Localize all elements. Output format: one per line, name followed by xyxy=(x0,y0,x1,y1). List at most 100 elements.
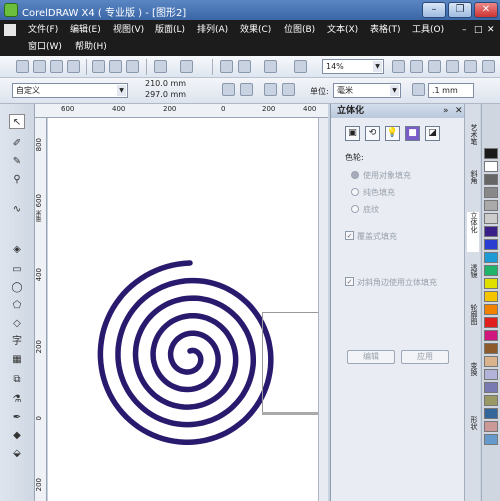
edit-button[interactable]: 编辑 xyxy=(347,350,395,364)
all-pages-icon[interactable] xyxy=(264,83,277,96)
apply-button[interactable]: 应用 xyxy=(401,350,449,364)
minimize-button[interactable]: – xyxy=(422,2,446,18)
ellipse-tool-icon[interactable]: ◯ xyxy=(9,280,25,295)
color-swatch[interactable] xyxy=(484,317,498,328)
docker-expand-icon[interactable]: » xyxy=(443,106,449,116)
freehand-tool-icon[interactable]: ∿ xyxy=(9,202,25,217)
docker-close-icon[interactable]: ✕ xyxy=(455,106,463,116)
color-swatch[interactable] xyxy=(484,239,498,250)
zoom-tool-icon[interactable]: ⚲ xyxy=(9,172,25,187)
menu-window[interactable]: 窗口(W) xyxy=(28,40,62,54)
smudge-tool-icon[interactable]: ✎ xyxy=(9,154,25,169)
menu-help[interactable]: 帮助(H) xyxy=(75,40,107,54)
rectangle-tool-icon[interactable]: ▭ xyxy=(9,262,25,277)
maximize-button[interactable]: ❐ xyxy=(448,2,472,18)
menu-view[interactable]: 视图(V) xyxy=(113,23,144,37)
cut-icon[interactable] xyxy=(92,60,105,73)
zoom-page-icon[interactable] xyxy=(464,60,477,73)
page-width-field[interactable]: 210.0 mm xyxy=(142,79,210,90)
color-swatch[interactable] xyxy=(484,434,498,445)
units-select[interactable]: 毫米 ▼ xyxy=(333,83,401,98)
import-icon[interactable] xyxy=(220,60,233,73)
tab-lens[interactable]: 透镜 xyxy=(467,264,479,294)
app-launcher-icon[interactable] xyxy=(264,60,277,73)
color-swatch[interactable] xyxy=(484,382,498,393)
interactive-blend-tool-icon[interactable]: ⧉ xyxy=(9,372,25,387)
drawing-canvas[interactable] xyxy=(48,118,328,501)
spiral-drawing[interactable] xyxy=(48,118,328,501)
outline-tool-icon[interactable]: ✒ xyxy=(9,410,25,425)
color-swatch[interactable] xyxy=(484,187,498,198)
portrait-icon[interactable] xyxy=(222,83,235,96)
tab-artistic-media[interactable]: 艺术笔 xyxy=(467,124,479,164)
basic-shapes-tool-icon[interactable]: ◇ xyxy=(9,316,25,331)
color-swatch[interactable] xyxy=(484,174,498,185)
vertical-ruler[interactable]: 800 600 毫米 400 200 0 200 xyxy=(35,118,47,501)
zoom-selected-icon[interactable] xyxy=(428,60,441,73)
menu-effects[interactable]: 效果(C) xyxy=(240,23,271,37)
color-swatch[interactable] xyxy=(484,265,498,276)
spiral-shape[interactable] xyxy=(97,260,274,445)
landscape-icon[interactable] xyxy=(240,83,253,96)
menu-arrange[interactable]: 排列(A) xyxy=(197,23,228,37)
page-height-field[interactable]: 297.0 mm xyxy=(142,90,210,101)
radio-use-object-fill[interactable] xyxy=(351,171,359,179)
radio-texture[interactable] xyxy=(351,205,359,213)
text-tool-icon[interactable]: 字 xyxy=(9,334,25,349)
color-swatch[interactable] xyxy=(484,226,498,237)
tab-transform[interactable]: 变换 xyxy=(467,362,479,412)
menu-table[interactable]: 表格(T) xyxy=(370,23,401,37)
doc-restore-button[interactable]: □ xyxy=(474,23,483,37)
menu-bitmaps[interactable]: 位图(B) xyxy=(284,23,315,37)
welcome-icon[interactable] xyxy=(294,60,307,73)
extrude-lighting-tab-icon[interactable]: 💡 xyxy=(385,126,400,141)
open-icon[interactable] xyxy=(33,60,46,73)
save-icon[interactable] xyxy=(50,60,63,73)
zoom-all-icon[interactable] xyxy=(446,60,459,73)
extrude-bevel-tab-icon[interactable]: ◪ xyxy=(425,126,440,141)
color-swatch[interactable] xyxy=(484,278,498,289)
color-swatch[interactable] xyxy=(484,408,498,419)
export-icon[interactable] xyxy=(238,60,251,73)
color-swatch[interactable] xyxy=(484,343,498,354)
extrude-camera-tab-icon[interactable]: ▣ xyxy=(345,126,360,141)
radio-solid-fill[interactable] xyxy=(351,188,359,196)
tab-contour[interactable]: 轮廓图 xyxy=(467,304,479,356)
color-swatch[interactable] xyxy=(484,252,498,263)
color-swatch[interactable] xyxy=(484,200,498,211)
zoom-width-icon[interactable] xyxy=(482,60,495,73)
menu-edit[interactable]: 编辑(E) xyxy=(70,23,101,37)
color-swatch[interactable] xyxy=(484,148,498,159)
tab-bevel[interactable]: 斜角 xyxy=(467,170,479,200)
new-icon[interactable] xyxy=(16,60,29,73)
zoom-in-icon[interactable] xyxy=(392,60,405,73)
fill-tool-icon[interactable]: ◆ xyxy=(9,428,25,443)
overprint-fill-checkbox[interactable]: ✓ xyxy=(345,231,354,240)
undo-icon[interactable] xyxy=(154,60,167,73)
extrude-color-tab-icon[interactable]: ■ xyxy=(405,126,420,141)
doc-close-button[interactable]: ✕ xyxy=(487,23,495,37)
color-swatch[interactable] xyxy=(484,291,498,302)
eyedropper-tool-icon[interactable]: ⚗ xyxy=(9,392,25,407)
menu-file[interactable]: 文件(F) xyxy=(28,23,58,37)
doc-minimize-button[interactable]: – xyxy=(462,23,467,37)
print-icon[interactable] xyxy=(67,60,80,73)
paper-type-select[interactable]: 自定义 ▼ xyxy=(12,83,128,98)
vertical-scrollbar[interactable] xyxy=(318,118,328,501)
document-icon[interactable] xyxy=(4,24,16,36)
smart-fill-tool-icon[interactable]: ◈ xyxy=(9,242,25,257)
horizontal-ruler[interactable]: 600 400 200 0 200 400 xyxy=(35,104,328,118)
polygon-tool-icon[interactable]: ⬠ xyxy=(9,298,25,313)
zoom-level-select[interactable]: 14% ▼ xyxy=(322,59,384,74)
nudge-distance-field[interactable]: .1 mm xyxy=(428,83,474,98)
paste-icon[interactable] xyxy=(126,60,139,73)
pick-tool-icon[interactable]: ↖ xyxy=(9,114,25,129)
interactive-fill-tool-icon[interactable]: ⬙ xyxy=(9,446,25,461)
color-swatch[interactable] xyxy=(484,421,498,432)
zoom-out-icon[interactable] xyxy=(410,60,423,73)
close-button[interactable]: ✕ xyxy=(474,2,498,18)
menu-layout[interactable]: 版面(L) xyxy=(155,23,185,37)
color-swatch[interactable] xyxy=(484,395,498,406)
tab-extrude[interactable]: 立体化 xyxy=(467,212,479,252)
table-tool-icon[interactable]: ▦ xyxy=(9,352,25,367)
